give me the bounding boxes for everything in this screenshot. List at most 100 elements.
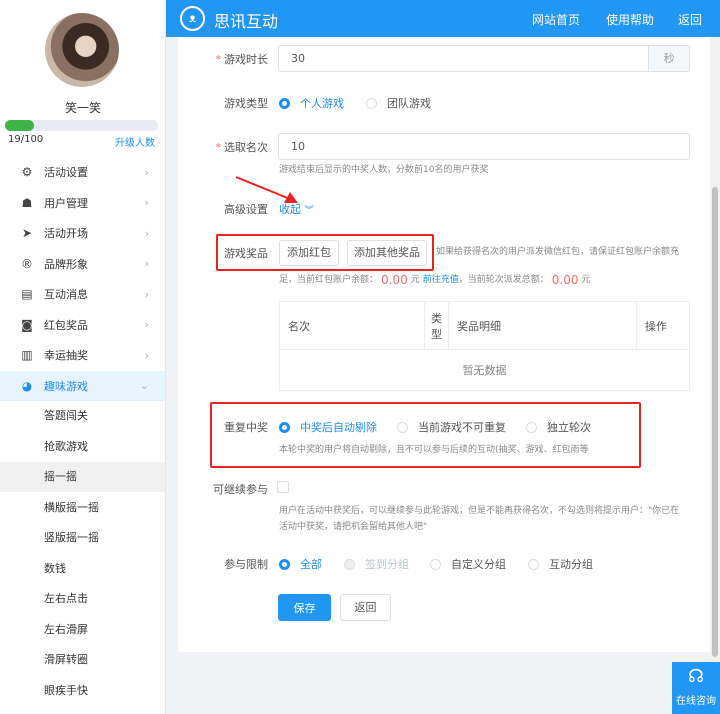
yuan-label: 元 [410, 275, 420, 285]
sidebar-item-5[interactable]: ▤ 互动消息 › [0, 279, 165, 309]
note-text: 足，当前红包账户余额： [279, 275, 379, 285]
progress-fill [5, 120, 35, 131]
sidebar-item-label: 互动消息 [44, 288, 88, 301]
highlight-box-repeat [210, 402, 641, 468]
continue-checkbox[interactable] [277, 481, 289, 493]
radio-auto-remove[interactable]: 中奖后自动剔除 [279, 419, 377, 435]
nav-home[interactable]: 网站首页 [532, 11, 580, 28]
chevron-right-icon: › [144, 257, 149, 270]
ranks-label: * 选取名次 [215, 141, 269, 154]
sidebar-item-label: 用户管理 [44, 196, 88, 210]
upgrade-link[interactable]: 升级人数 [115, 134, 155, 149]
sidebar-item-7[interactable]: ▥ 幸运抽奖 › [0, 340, 165, 370]
submenu-item[interactable]: 横版摇一摇 [0, 493, 165, 523]
header: ᴥ 思讯互动 网站首页 使用帮助 返回 [166, 0, 720, 37]
submenu-item[interactable]: 滑屏转圈 [0, 645, 165, 675]
game-type-label: 游戏类型 [224, 97, 268, 110]
submenu-item[interactable]: 数钱 [0, 554, 165, 584]
submenu-item[interactable]: 左右滑屏 [0, 615, 165, 645]
consult-label: 在线咨询 [676, 696, 716, 707]
sidebar-item-1[interactable]: ⚙ 活动设置 › [0, 157, 165, 187]
submenu-item[interactable]: 摇一摇 [0, 462, 165, 492]
note-text: ，当前轮次派发总额： [458, 275, 549, 285]
table-header-row: 名次 类型 奖品明细 操作 [279, 301, 690, 350]
online-consult-button[interactable]: ☊ 在线咨询 [672, 662, 720, 714]
duration-label: * 游戏时长 [215, 53, 269, 66]
sidebar-item-8[interactable]: ◕ 趣味游戏 ⌄ [0, 370, 165, 401]
game-icon: ◕ [21, 378, 33, 393]
submenu-item[interactable]: 抢歌游戏 [0, 432, 165, 462]
radio-signin-group[interactable]: 签到分组 [344, 556, 409, 572]
submenu-item[interactable]: 眼疾手快 [0, 676, 165, 706]
headset-icon: ☊ [688, 666, 704, 687]
duration-unit: 秒 [648, 45, 690, 72]
ranks-label-text: 选取名次 [224, 141, 268, 154]
ranks-input[interactable]: 10 [278, 133, 690, 160]
chevron-right-icon: › [144, 318, 149, 331]
prize-note-1: 如果给获得名次的用户派发微信红包，请保证红包账户余额充 [436, 247, 680, 257]
add-red-packet-button[interactable]: 添加红包 [279, 240, 339, 266]
radio-label: 团队游戏 [387, 97, 431, 110]
chevron-right-icon: › [144, 226, 149, 240]
radio-label: 独立轮次 [547, 421, 591, 434]
message-icon: ▤ [21, 287, 33, 301]
ranks-hint: 游戏结束后显示的中奖人数，分数前10名的用户获奖 [279, 165, 489, 175]
radio-label: 全部 [300, 558, 322, 571]
nav-help[interactable]: 使用帮助 [606, 11, 654, 28]
sidebar-item-label: 活动开场 [44, 227, 88, 240]
save-button[interactable]: 保存 [278, 594, 331, 621]
submenu-item[interactable]: 答题闯关 [0, 401, 165, 431]
continue-label: 可继续参与 [213, 483, 268, 496]
lottery-icon: ▥ [21, 348, 33, 362]
gear-icon: ⚙ [21, 165, 33, 179]
sidebar-item-label: 活动设置 [44, 166, 88, 179]
radio-personal-game[interactable]: 个人游戏 [279, 95, 344, 111]
col-rank: 名次 [279, 301, 425, 350]
duration-input[interactable]: 30 [278, 45, 649, 72]
radio-team-game[interactable]: 团队游戏 [366, 95, 431, 111]
continue-hint-1: 用户在活动中获奖后，可以继续参与此轮游戏，但是不能再获得名次，不勾选则将提示用户… [279, 506, 680, 516]
radio-label: 个人游戏 [300, 97, 344, 110]
sidebar-item-label: 趣味游戏 [44, 379, 88, 393]
prize-note-2: 足，当前红包账户余额： 0.00 元 前往充值 ，当前轮次派发总额： 0.00 … [279, 272, 591, 288]
sidebar-item-6[interactable]: ◙ 红包奖品 › [0, 310, 165, 340]
nav-back[interactable]: 返回 [678, 11, 702, 28]
col-detail: 奖品明细 [448, 301, 637, 350]
limit-label: 参与限制 [224, 558, 268, 571]
sidebar-item-3[interactable]: ➤ 活动开场 › [0, 218, 165, 248]
chevron-right-icon: › [144, 348, 149, 362]
radio-custom-group[interactable]: 自定义分组 [430, 556, 506, 572]
submenu-item[interactable]: 左右点击 [0, 584, 165, 614]
prizes-label: 游戏奖品 [224, 247, 268, 260]
radio-interactive-group[interactable]: 互动分组 [528, 556, 593, 572]
sidebar-item-label: 幸运抽奖 [44, 349, 88, 362]
submenu-item[interactable]: 竖版摇一摇 [0, 523, 165, 553]
scrollbar[interactable] [710, 37, 720, 714]
user-name: 笑一笑 [64, 101, 101, 115]
radio-label: 自定义分组 [451, 558, 506, 571]
back-button[interactable]: 返回 [340, 594, 391, 621]
radio-label: 签到分组 [365, 558, 409, 571]
prize-table: 名次 类型 奖品明细 操作 暂无数据 [279, 301, 690, 391]
radio-independent-round[interactable]: 独立轮次 [526, 419, 591, 435]
sidebar-item-2[interactable]: ☗ 用户管理 › [0, 188, 165, 218]
progress-text: 19/100 [8, 134, 44, 145]
radio-no-repeat[interactable]: 当前游戏不可重复 [397, 419, 506, 435]
chevron-right-icon: › [144, 165, 149, 179]
chevron-down-icon: ⌄ [139, 379, 149, 392]
add-other-prize-button[interactable]: 添加其他奖品 [347, 240, 427, 266]
avatar[interactable] [45, 13, 119, 87]
repeat-hint: 本轮中奖的用户将自动剔除，且不可以参与后续的互动(抽奖、游戏、红包雨等 [279, 445, 589, 455]
recharge-link[interactable]: 前往充值 [423, 272, 459, 288]
logo-icon: ᴥ [180, 6, 205, 31]
radio-all[interactable]: 全部 [279, 556, 322, 572]
sidebar-item-label: 品牌形象 [44, 257, 88, 271]
repeat-label: 重复中奖 [224, 421, 268, 434]
brand-name: 思讯互动 [214, 12, 279, 31]
chevron-right-icon: › [144, 287, 149, 301]
total-value: 0.00 [551, 273, 579, 287]
sidebar-item-4[interactable]: ® 品牌形象 › [0, 249, 165, 279]
balance-value: 0.00 [381, 273, 408, 287]
sidebar: 笑一笑 19/100 升级人数 ⚙ 活动设置 › ☗ 用户管理 › ➤ 活动开场 › ® 品牌形象 ›… [0, 0, 166, 714]
yuan-label: 元 [581, 275, 591, 285]
